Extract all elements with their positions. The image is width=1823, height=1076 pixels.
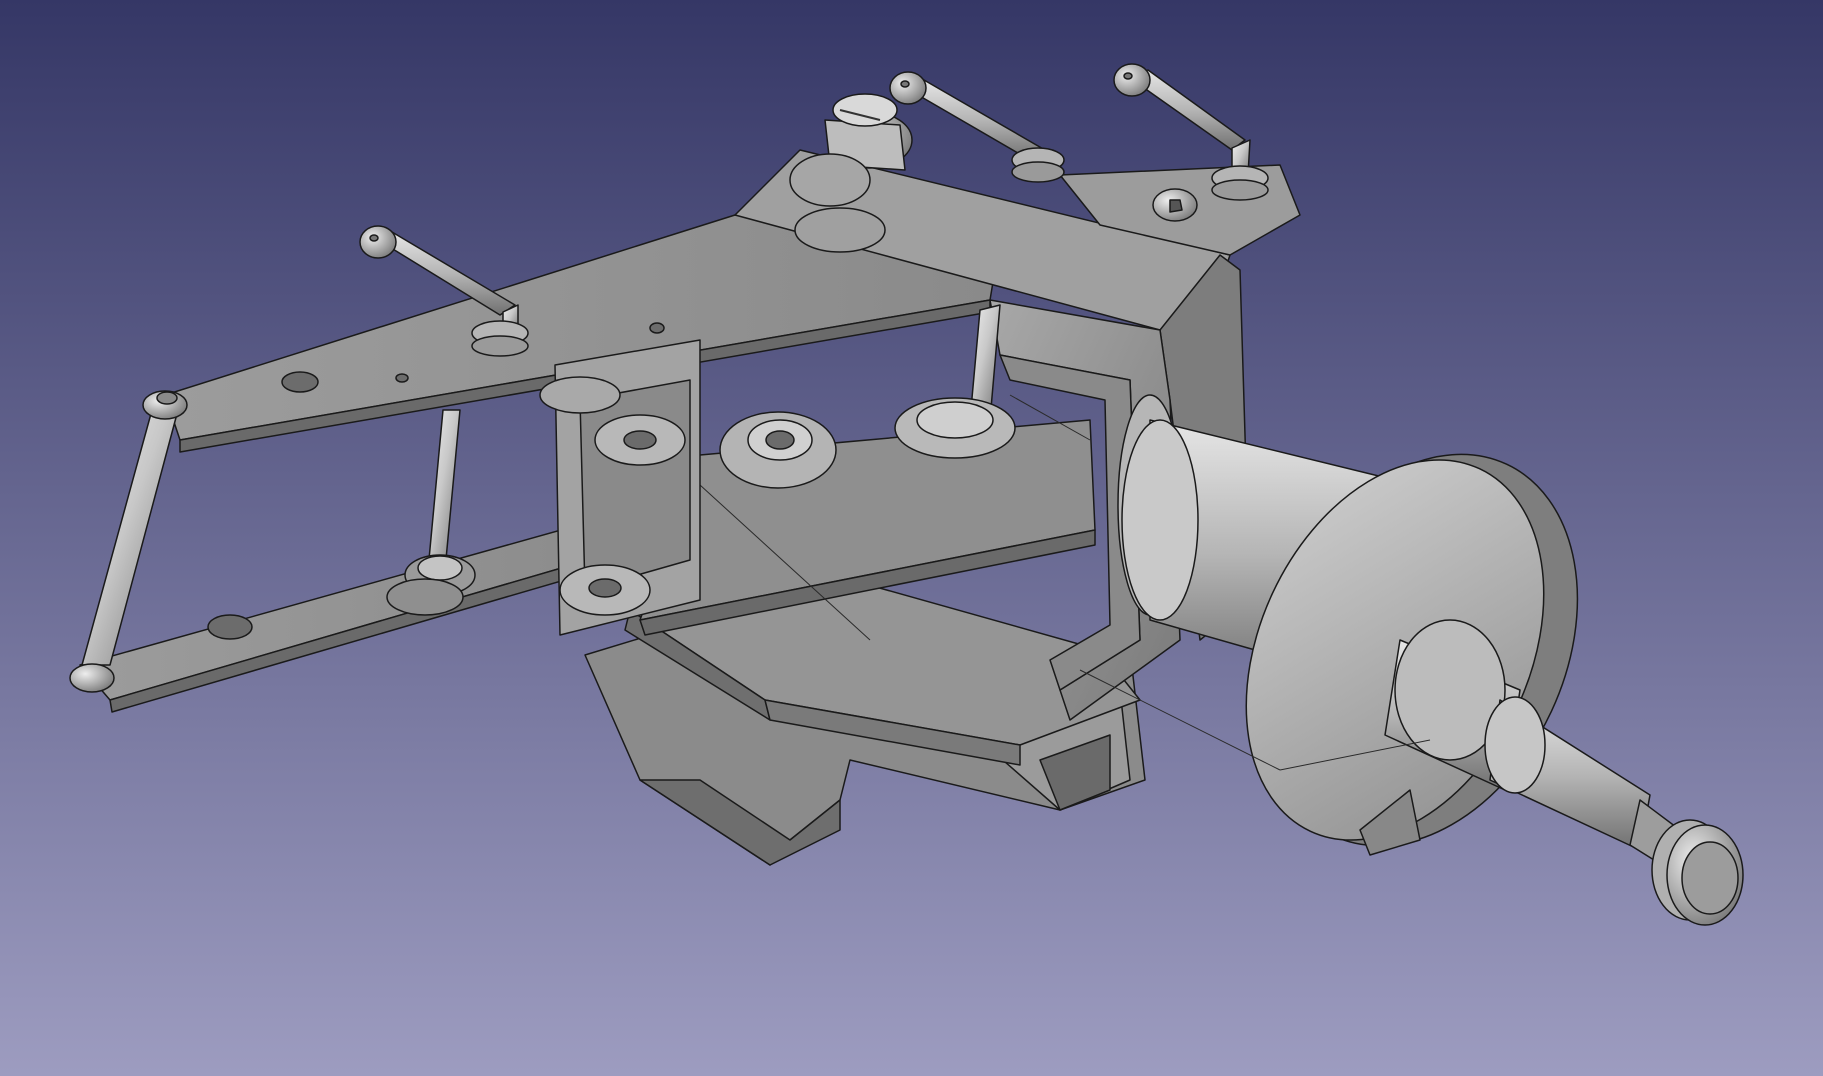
washer-boss[interactable] — [719, 411, 837, 489]
3d-viewport[interactable] — [0, 0, 1823, 1076]
hinge-clevis[interactable] — [539, 339, 701, 636]
